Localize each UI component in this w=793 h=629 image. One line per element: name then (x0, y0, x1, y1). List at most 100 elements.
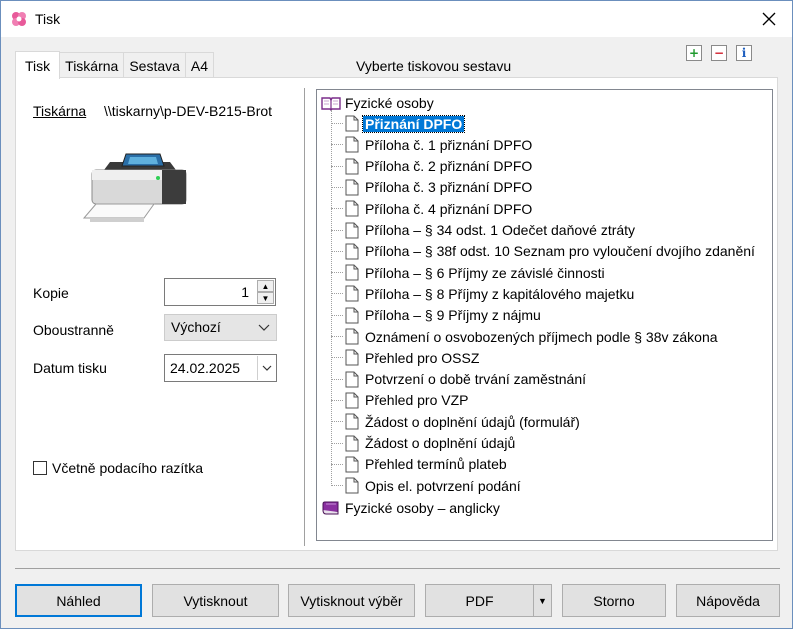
copies-stepper[interactable]: 1 ▲ ▼ (164, 278, 276, 306)
date-label: Datum tisku (33, 360, 107, 376)
tree-item-label: Přiznání DPFO (361, 114, 466, 133)
tree-item-label: Příloha č. 1 přiznání DPFO (365, 136, 533, 153)
report-tree[interactable]: Fyzické osoby Přiznání DPFO Příloha č. 1 … (316, 89, 773, 541)
tree-root-fyzicke-osoby-anglicky[interactable]: Fyzické osoby – anglicky (321, 497, 502, 518)
tree-root-fyzicke-osoby[interactable]: Fyzické osoby (321, 92, 436, 113)
window-title: Tisk (35, 11, 61, 27)
tree-item[interactable]: Příloha č. 3 přiznání DPFO (345, 177, 534, 198)
tree-item[interactable]: Příloha – § 8 Příjmy z kapitálového maje… (345, 283, 636, 304)
tree-item[interactable]: Příloha – § 6 Příjmy ze závislé činnosti (345, 262, 607, 283)
vertical-divider (304, 88, 305, 546)
stamp-checkbox[interactable] (33, 461, 47, 475)
tab-a4[interactable]: A4 (184, 52, 215, 78)
document-icon (345, 413, 359, 430)
stepper-buttons: ▲ ▼ (257, 280, 274, 304)
document-icon (345, 456, 359, 473)
document-icon (345, 115, 359, 132)
printer-path: \\tiskarny\p-DEV-B215-Brot (104, 103, 273, 119)
tab-tisk[interactable]: Tisk (15, 51, 61, 79)
tree-item[interactable]: Příloha – § 9 Příjmy z nájmu (345, 305, 543, 326)
info-icon[interactable]: i (736, 45, 752, 61)
app-flower-icon (12, 12, 26, 26)
cancel-button[interactable]: Storno (562, 584, 666, 617)
close-icon (762, 12, 776, 26)
stamp-checkbox-row[interactable]: Včetně podacího razítka (33, 460, 203, 476)
tree-item[interactable]: Opis el. potvrzení podání (345, 475, 523, 496)
preview-button[interactable]: Náhled (15, 584, 142, 617)
document-icon (345, 392, 359, 409)
tree-connector (331, 442, 343, 444)
tab-strip: Tisk Tiskárna Sestava A4 (15, 51, 215, 79)
print-button[interactable]: Vytisknout (152, 584, 279, 617)
tree-connector (331, 123, 343, 124)
document-icon (345, 328, 359, 345)
date-picker[interactable]: 24.02.2025 (164, 354, 277, 382)
closed-book-icon (322, 501, 339, 514)
tree-item[interactable]: Příloha č. 2 přiznání DPFO (345, 156, 534, 177)
tree-item-label: Přehled termínů plateb (365, 456, 507, 473)
tree-connector (331, 293, 343, 295)
document-icon (345, 200, 359, 217)
document-icon (345, 243, 359, 260)
pdf-button-label: PDF (465, 592, 494, 609)
printer-icon (82, 153, 187, 222)
copies-value: 1 (241, 284, 249, 300)
tree-item[interactable]: Přehled termínů plateb (345, 454, 509, 475)
tree-item-label: Příloha – § 8 Příjmy z kapitálového maje… (365, 285, 635, 302)
tree-header: Vyberte tiskovou sestavu (356, 58, 512, 74)
tree-connector (331, 421, 343, 423)
tree-root-label: Fyzické osoby (345, 94, 434, 111)
tab-panel-tisk: Tiskárna \\tiskarny\p-DEV-B215-Brot Kopi… (15, 77, 778, 551)
tree-item-label: Příloha – § 6 Příjmy ze závislé činnosti (365, 264, 605, 281)
tree-item[interactable]: Příloha – § 38f odst. 10 Seznam pro vylo… (345, 241, 757, 262)
tab-tiskarna[interactable]: Tiskárna (59, 52, 125, 78)
tree-item[interactable]: Žádost o doplnění údajů (formulář) (345, 411, 582, 432)
tree-item[interactable]: Přehled pro OSSZ (345, 347, 481, 368)
tree-item[interactable]: Potvrzení o době trvání zaměstnání (345, 369, 588, 390)
stamp-checkbox-label: Včetně podacího razítka (52, 460, 203, 476)
tree-item-label: Potvrzení o době trvání zaměstnání (365, 371, 587, 388)
tab-sestava[interactable]: Sestava (123, 52, 186, 78)
tree-connector (331, 399, 343, 401)
increment-button[interactable]: ▲ (257, 280, 274, 292)
document-icon (345, 371, 359, 388)
tree-item[interactable]: Příloha č. 4 přiznání DPFO (345, 198, 534, 219)
document-icon (345, 179, 359, 196)
tree-item-label: Žádost o doplnění údajů (365, 435, 516, 451)
tree-item-label: Příloha – § 38f odst. 10 Seznam pro vylo… (365, 243, 755, 260)
date-dropdown-button[interactable] (257, 356, 275, 380)
tree-item[interactable]: Příloha – § 34 odst. 1 Odečet daňové ztr… (345, 220, 637, 241)
printer-link[interactable]: Tiskárna (33, 103, 86, 119)
tree-connector (331, 208, 343, 210)
tree-item[interactable]: Přiznání DPFO (345, 113, 466, 134)
pdf-split-button[interactable]: PDF ▼ (425, 584, 552, 617)
tree-item[interactable]: Přehled pro VZP (345, 390, 471, 411)
add-icon[interactable]: + (686, 45, 702, 61)
copies-label: Kopie (33, 285, 69, 301)
tree-item-label: Příloha č. 3 přiznání DPFO (365, 179, 533, 196)
document-icon (345, 285, 359, 302)
tree-connector (331, 336, 343, 337)
document-icon (345, 349, 359, 366)
pdf-dropdown-arrow[interactable]: ▼ (533, 585, 551, 616)
tree-connector (331, 250, 343, 252)
tree-item[interactable]: Žádost o doplnění údajů (345, 433, 517, 454)
close-button[interactable] (746, 1, 792, 37)
document-icon (345, 264, 359, 281)
document-icon (345, 435, 359, 451)
tree-item[interactable]: Oznámení o osvobozených příjmech podle §… (345, 326, 720, 347)
help-button[interactable]: Nápověda (676, 584, 780, 617)
tree-item-label: Příloha – § 34 odst. 1 Odečet daňové ztr… (365, 222, 636, 238)
remove-icon[interactable]: − (711, 45, 727, 61)
duplex-select[interactable]: Výchozí (164, 314, 277, 341)
print-selection-button[interactable]: Vytisknout výběr (288, 584, 415, 617)
tree-item-label: Příloha č. 2 přiznání DPFO (365, 158, 533, 175)
tree-connector (331, 357, 343, 359)
tree-item[interactable]: Příloha č. 1 přiznání DPFO (345, 134, 534, 155)
decrement-button[interactable]: ▼ (257, 292, 274, 304)
tree-connector (331, 186, 343, 188)
tree-item-label: Oznámení o osvobozených příjmech podle §… (365, 328, 718, 345)
duplex-value: Výchozí (171, 319, 221, 335)
tree-item-label: Přehled pro OSSZ (365, 349, 480, 366)
tree-connector (331, 144, 343, 146)
